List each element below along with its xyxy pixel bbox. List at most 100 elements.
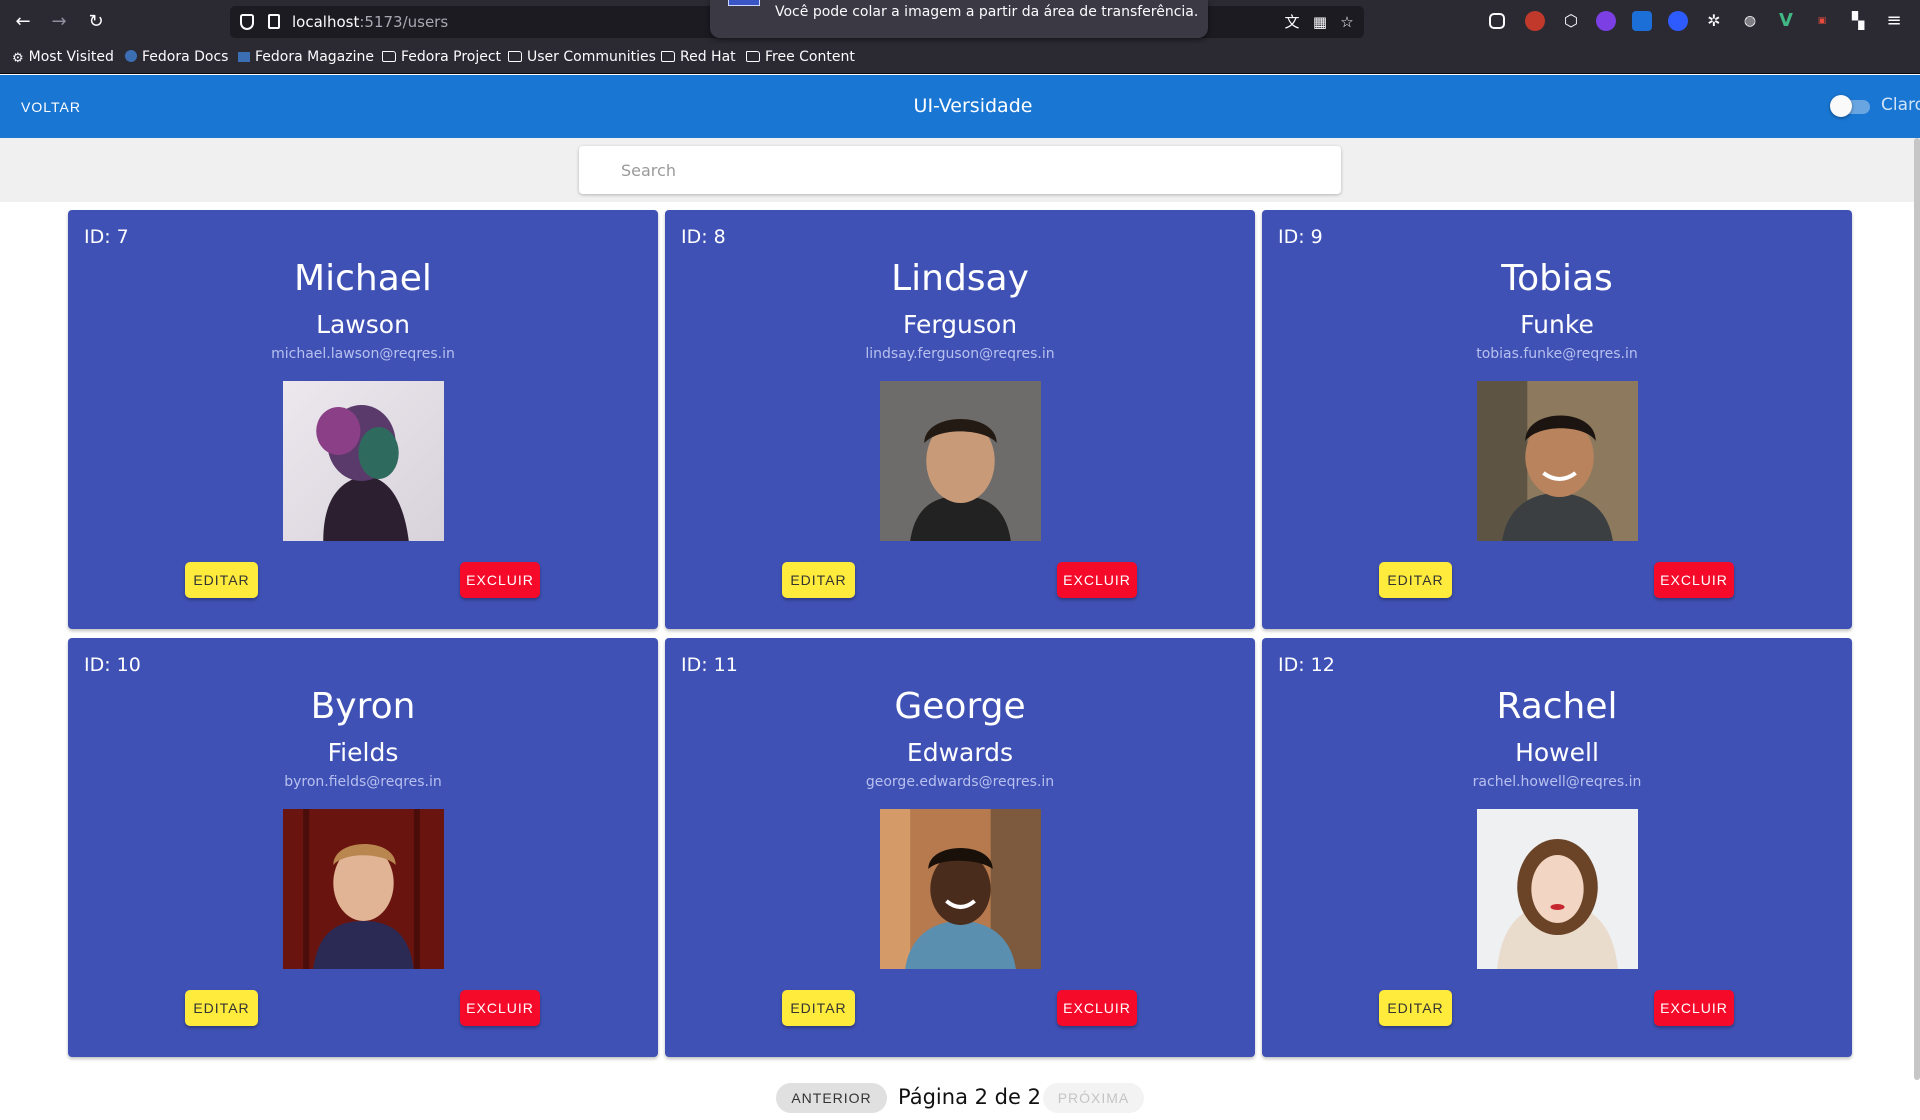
edit-button[interactable]: EDITAR (185, 562, 258, 598)
menu-hamburger-icon[interactable]: ≡ (1884, 11, 1904, 31)
user-email: tobias.funke@reqres.in (1476, 346, 1638, 362)
extension-red-icon[interactable]: ▣ (1812, 11, 1832, 31)
shield-icon[interactable] (240, 14, 254, 30)
theme-switch-label: Claro (1881, 95, 1920, 115)
user-card: ID: 7 Michael Lawson michael.lawson@reqr… (68, 210, 658, 629)
clipboard-notification: Você pode colar a imagem a partir da áre… (710, 0, 1208, 38)
user-avatar (1477, 381, 1638, 541)
bookmark-label: Fedora Magazine (255, 49, 374, 65)
folder-icon (508, 51, 522, 62)
vue-devtools-icon[interactable]: V (1776, 11, 1796, 31)
bookmark-free-content[interactable]: Free Content (746, 49, 855, 65)
clipboard-image-icon (728, 0, 760, 6)
extension-link-icon[interactable] (1668, 11, 1688, 31)
user-first-name: George (894, 686, 1026, 727)
page-scrollbar[interactable] (1914, 138, 1920, 1080)
delete-button[interactable]: EXCLUIR (460, 562, 540, 598)
extension-gear-icon[interactable]: ✲ (1704, 11, 1724, 31)
browser-toolbar: ← → ↻ localhost:5173/users 文 ▦ ☆ Você po… (0, 0, 1920, 44)
user-id: ID: 10 (84, 654, 141, 676)
user-id: ID: 11 (681, 654, 738, 676)
search-input[interactable] (579, 146, 1341, 194)
apps-grid-icon[interactable]: ▚ (1848, 11, 1868, 31)
url-text[interactable]: localhost:5173/users (292, 13, 448, 31)
forward-arrow-icon[interactable]: → (47, 10, 71, 34)
extension-score-icon[interactable] (1632, 11, 1652, 31)
extensions-puzzle-icon[interactable]: ⬡ (1561, 11, 1581, 31)
pocket-icon[interactable] (1489, 13, 1505, 29)
edit-button[interactable]: EDITAR (782, 562, 855, 598)
url-host: localhost (292, 13, 360, 31)
bookmark-fedora-magazine[interactable]: Fedora Magazine (238, 49, 374, 65)
delete-button[interactable]: EXCLUIR (1654, 990, 1734, 1026)
user-card: ID: 9 Tobias Funke tobias.funke@reqres.i… (1262, 210, 1852, 629)
extension-shield-icon[interactable]: ◍ (1740, 11, 1760, 31)
qr-code-icon[interactable]: ▦ (1310, 12, 1330, 32)
user-last-name: Funke (1520, 310, 1594, 339)
user-email: michael.lawson@reqres.in (271, 346, 455, 362)
fedora-logo-icon (125, 50, 137, 62)
user-avatar (1477, 809, 1638, 969)
user-last-name: Howell (1515, 738, 1599, 767)
translate-icon[interactable]: 文 (1282, 12, 1302, 32)
user-grid: ID: 7 Michael Lawson michael.lawson@reqr… (68, 210, 1852, 1057)
bookmark-label: User Communities (527, 49, 656, 65)
next-page-button[interactable]: PRÓXIMA (1043, 1083, 1144, 1113)
bookmark-fedora-docs[interactable]: Fedora Docs (125, 49, 228, 65)
bookmarks-bar: ⚙ Most Visited Fedora Docs Fedora Magazin… (0, 44, 1920, 74)
bookmark-most-visited[interactable]: ⚙ Most Visited (12, 49, 114, 66)
url-path: :5173/users (359, 13, 449, 31)
user-last-name: Fields (327, 738, 399, 767)
bookmark-fedora-project[interactable]: Fedora Project (382, 49, 501, 65)
app-bar: VOLTAR UI-Versidade (0, 75, 1920, 138)
user-email: byron.fields@reqres.in (284, 774, 442, 790)
user-id: ID: 8 (681, 226, 726, 248)
edit-button[interactable]: EDITAR (185, 990, 258, 1026)
user-last-name: Ferguson (902, 310, 1018, 339)
user-id: ID: 9 (1278, 226, 1323, 248)
user-avatar (283, 381, 444, 541)
user-card: ID: 10 Byron Fields byron.fields@reqres.… (68, 638, 658, 1057)
reload-icon[interactable]: ↻ (84, 10, 108, 34)
bookmark-star-icon[interactable]: ☆ (1337, 12, 1357, 32)
page-icon (268, 14, 280, 29)
user-email: rachel.howell@reqres.in (1472, 774, 1642, 790)
notification-text: Você pode colar a imagem a partir da áre… (775, 4, 1199, 20)
user-first-name: Tobias (1501, 258, 1613, 299)
delete-button[interactable]: EXCLUIR (1654, 562, 1734, 598)
edit-button[interactable]: EDITAR (1379, 562, 1452, 598)
bookmark-red-hat[interactable]: Red Hat (661, 49, 736, 65)
bookmark-label: Most Visited (28, 49, 114, 65)
bookmark-user-communities[interactable]: User Communities (508, 49, 656, 65)
edit-button[interactable]: EDITAR (782, 990, 855, 1026)
user-first-name: Rachel (1496, 686, 1618, 727)
user-card: ID: 11 George Edwards george.edwards@req… (665, 638, 1255, 1057)
folder-icon (746, 51, 760, 62)
edit-button[interactable]: EDITAR (1379, 990, 1452, 1026)
gear-icon: ⚙ (12, 51, 24, 66)
user-avatar (880, 809, 1041, 969)
theme-switch-thumb[interactable] (1830, 95, 1852, 117)
folder-icon (382, 51, 396, 62)
profile-avatar-icon[interactable] (1525, 11, 1545, 31)
bookmark-label: Red Hat (680, 49, 736, 65)
user-first-name: Lindsay (891, 258, 1029, 299)
user-last-name: Lawson (316, 310, 410, 339)
previous-page-button[interactable]: ANTERIOR (776, 1083, 887, 1113)
pagination: ANTERIOR Página 2 de 2 PRÓXIMA (0, 1083, 1920, 1113)
back-arrow-icon[interactable]: ← (11, 10, 35, 34)
user-first-name: Michael (294, 258, 432, 299)
user-id: ID: 7 (84, 226, 129, 248)
delete-button[interactable]: EXCLUIR (1057, 562, 1137, 598)
delete-button[interactable]: EXCLUIR (460, 990, 540, 1026)
delete-button[interactable]: EXCLUIR (1057, 990, 1137, 1026)
user-id: ID: 12 (1278, 654, 1335, 676)
user-first-name: Byron (310, 686, 416, 727)
bookmark-label: Fedora Docs (142, 49, 229, 65)
bookmark-label: Fedora Project (401, 49, 502, 65)
user-email: lindsay.ferguson@reqres.in (865, 346, 1055, 362)
user-card: ID: 12 Rachel Howell rachel.howell@reqre… (1262, 638, 1852, 1057)
extension-purple-icon[interactable] (1596, 11, 1616, 31)
fedora-magazine-icon (238, 52, 250, 62)
app-title: UI-Versidade (913, 95, 1033, 117)
